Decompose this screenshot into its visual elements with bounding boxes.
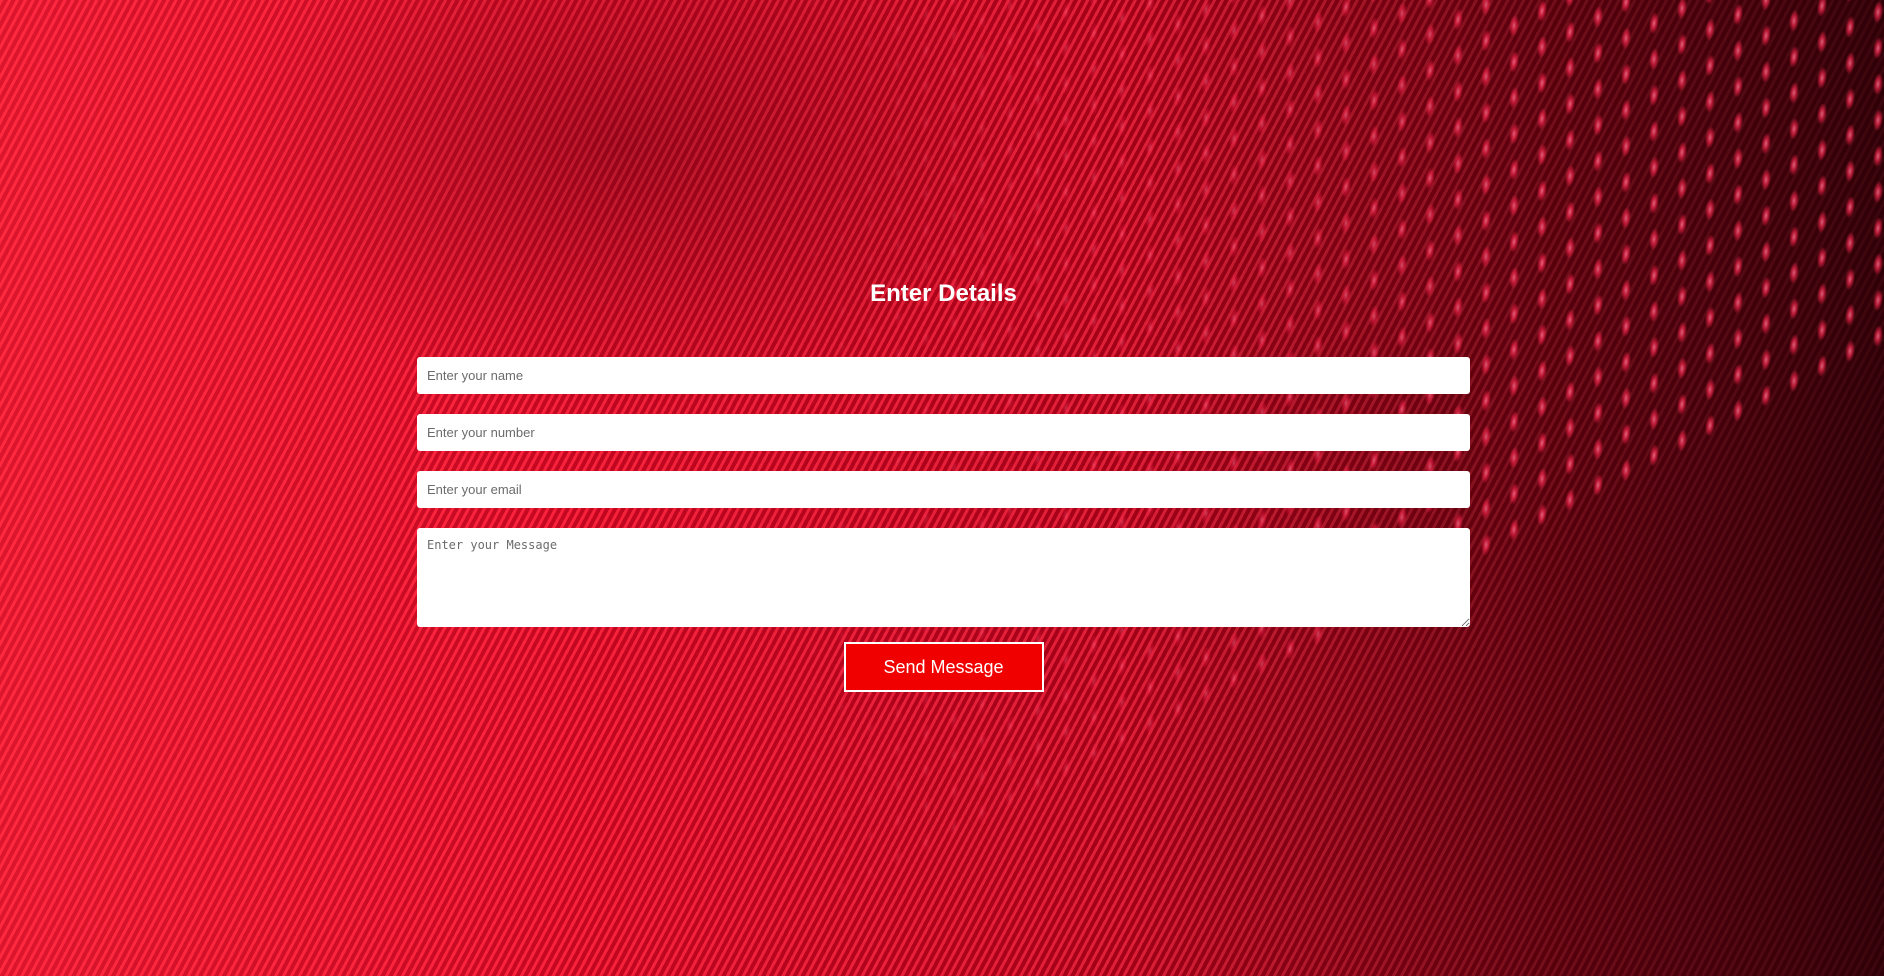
- contact-form: Enter Details Send Message: [417, 270, 1470, 692]
- email-input[interactable]: [417, 471, 1470, 508]
- form-title: Enter Details: [870, 280, 1017, 307]
- name-input[interactable]: [417, 357, 1470, 394]
- send-row: Send Message: [417, 642, 1470, 692]
- number-input[interactable]: [417, 414, 1470, 451]
- message-textarea[interactable]: [417, 528, 1470, 627]
- send-message-button[interactable]: Send Message: [843, 642, 1044, 692]
